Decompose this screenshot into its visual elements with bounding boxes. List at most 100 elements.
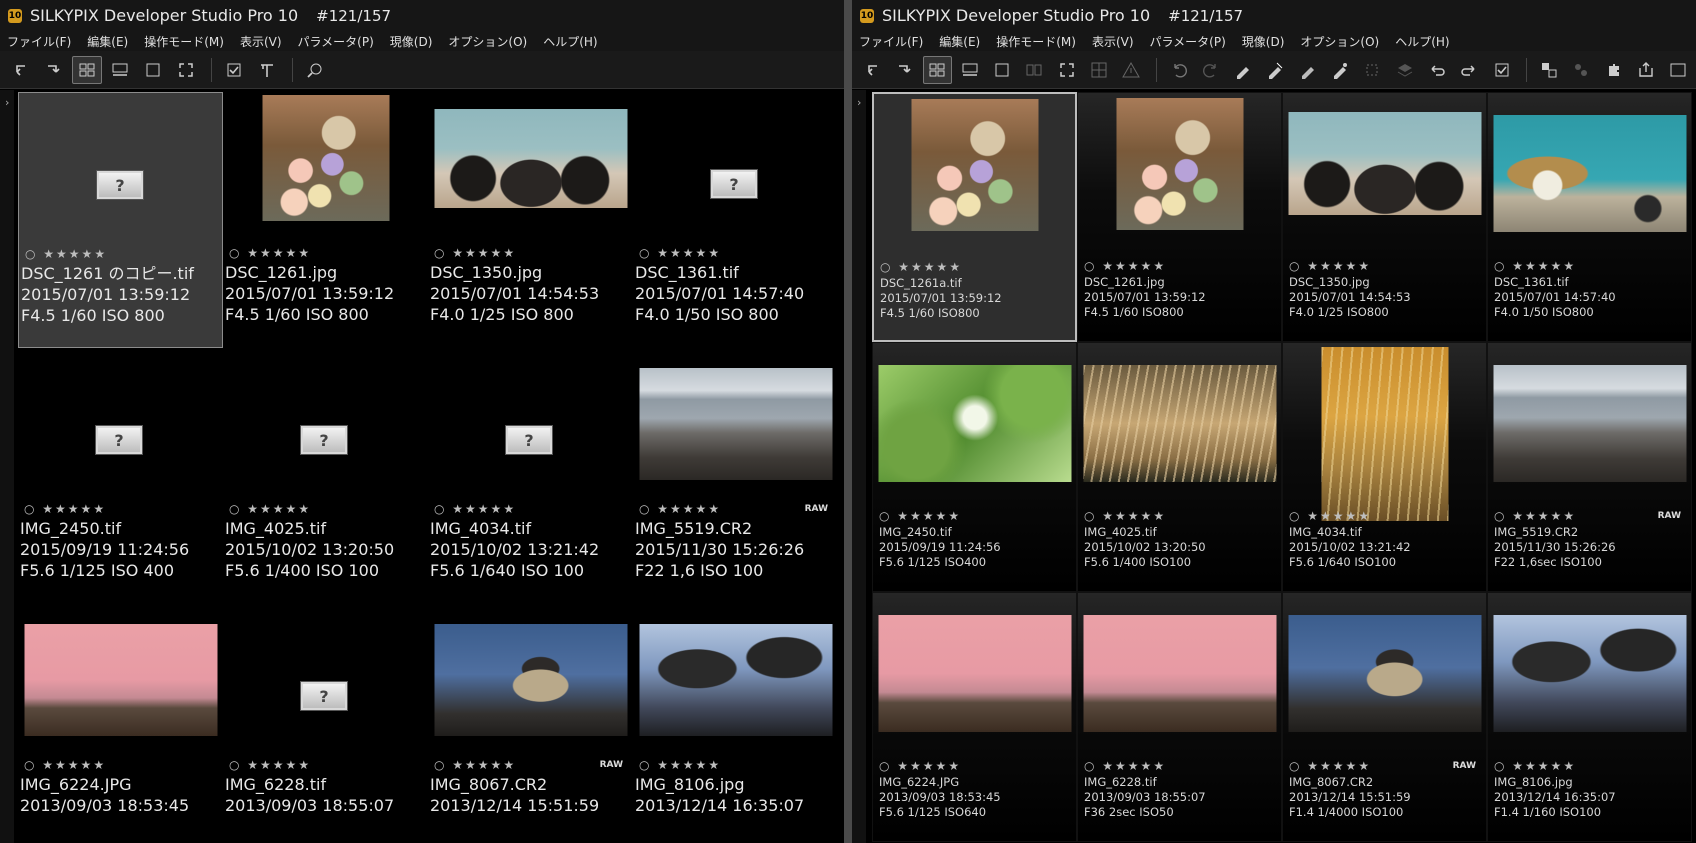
thumbnail-item[interactable]: ○ ★★★★★ DSC_1261.jpg 2015/07/01 13:59:12 F4… (1077, 92, 1282, 342)
rating-stars[interactable]: ○ ★★★★★ (1289, 759, 1371, 773)
single-view-button[interactable] (138, 56, 168, 84)
rating-stars[interactable]: ○ ★★★★★ (880, 260, 962, 274)
rotate-right-button[interactable] (1455, 56, 1484, 84)
menu-item[interactable]: 現像(D) (390, 33, 433, 50)
menu-item[interactable]: 表示(V) (1092, 33, 1134, 50)
thumbnail-item[interactable]: ○ ★★★★★ IMG_4034.tif 2015/10/02 13:21:42 F5… (1282, 342, 1487, 592)
rating-stars[interactable]: ○ ★★★★★ (1084, 259, 1166, 273)
compare-view-button[interactable] (1020, 56, 1049, 84)
thumbnail-item[interactable]: ○ ★★★★★ IMG_6224.JPG 2013/09/03 18:53:45 F5… (872, 592, 1077, 842)
menu-item[interactable]: 操作モード(M) (144, 33, 224, 50)
rating-stars[interactable]: ○ ★★★★★ (229, 246, 311, 260)
crop-button[interactable] (1358, 56, 1387, 84)
rating-stars[interactable]: ○ ★★★★★ (1494, 259, 1576, 273)
menu-item[interactable]: ヘルプ(H) (543, 33, 597, 50)
rating-stars[interactable]: ○ ★★★★★ (25, 247, 107, 261)
rating-stars[interactable]: ○ ★★★★★ (24, 758, 106, 772)
plugin-button[interactable] (1599, 56, 1628, 84)
menu-item[interactable]: ヘルプ(H) (1395, 33, 1449, 50)
thumbnail-item[interactable]: ○ ★★★★★ RAW IMG_5519.CR2 2015/11/30 15:26:2… (1487, 342, 1692, 592)
menu-item[interactable]: パラメータ(P) (298, 33, 374, 50)
rating-stars[interactable]: ○ ★★★★★ (229, 502, 311, 516)
menu-item[interactable]: オプション(O) (448, 33, 527, 50)
rating-stars[interactable]: ○ ★★★★★ (639, 502, 721, 516)
export-button[interactable] (890, 56, 919, 84)
thumbnail-item[interactable]: ? ○ ★★★★★ DSC_1261 のコピー.tif 2015/07/01 13:5… (18, 92, 223, 348)
menu-item[interactable]: オプション(O) (1300, 33, 1379, 50)
menu-item[interactable]: ファイル(F) (7, 33, 71, 50)
zoom-search-button[interactable] (300, 56, 330, 84)
thumbnail-item[interactable]: ○ ★★★★★ RAW IMG_8067.CR2 2013/12/14 15:51:5… (1282, 592, 1487, 842)
fullscreen-button[interactable] (171, 56, 201, 84)
rating-stars[interactable]: ○ ★★★★★ (639, 758, 721, 772)
menu-item[interactable]: パラメータ(P) (1150, 33, 1226, 50)
thumbnail-item[interactable]: ○ ★★★★★ DSC_1350.jpg 2015/07/01 14:54:53 F4… (428, 92, 633, 348)
thumbnail-item[interactable]: ? ○ ★★★★★ IMG_2450.tif 2015/09/19 11:24:56 F… (18, 348, 223, 604)
menu-item[interactable]: 表示(V) (240, 33, 282, 50)
develop-pen-button[interactable] (1228, 56, 1257, 84)
import-button[interactable] (858, 56, 887, 84)
rating-stars[interactable]: ○ ★★★★★ (24, 502, 106, 516)
fullscreen-button[interactable] (1052, 56, 1081, 84)
dual-view-button[interactable] (1084, 56, 1113, 84)
grid-view-button[interactable] (922, 55, 952, 84)
menu-item[interactable]: 編集(E) (939, 33, 980, 50)
develop-pen-3-button[interactable] (1293, 56, 1322, 84)
develop-pen-2-button[interactable] (1261, 56, 1290, 84)
import-button[interactable] (6, 56, 36, 84)
preview-button[interactable] (1664, 56, 1693, 84)
rating-stars[interactable]: ○ ★★★★★ (1494, 759, 1576, 773)
rating-stars[interactable]: ○ ★★★★★ (639, 246, 721, 260)
sidebar-collapsed[interactable] (0, 90, 14, 843)
grid-view-button[interactable] (72, 55, 102, 84)
rating-stars[interactable]: ○ ★★★★★ (434, 758, 516, 772)
filmstrip-view-button[interactable] (955, 56, 984, 84)
sync-button[interactable] (1567, 56, 1596, 84)
thumbnail-item[interactable]: ○ ★★★★★ IMG_8106.jpg 2013/12/14 16:35:07 (633, 604, 838, 843)
rating-stars[interactable]: ○ ★★★★★ (229, 758, 311, 772)
thumbnail-item[interactable]: ○ ★★★★★ IMG_2450.tif 2015/09/19 11:24:56 F5… (872, 342, 1077, 592)
thumbnail-item[interactable]: ○ ★★★★★ DSC_1261.jpg 2015/07/01 13:59:12 F4… (223, 92, 428, 348)
thumbnail-item[interactable]: ? ○ ★★★★★ IMG_4034.tif 2015/10/02 13:21:42 F… (428, 348, 633, 604)
expand-sidebar-icon[interactable]: › (5, 96, 9, 109)
check-button[interactable] (1487, 56, 1516, 84)
thumbnail-item[interactable]: ○ ★★★★★ RAW IMG_5519.CR2 2015/11/30 15:26:2… (633, 348, 838, 604)
thumbnail-item[interactable]: ? ○ ★★★★★ IMG_4025.tif 2015/10/02 13:20:50 F… (223, 348, 428, 604)
thumbnail-item[interactable]: ? ○ ★★★★★ DSC_1361.tif 2015/07/01 14:57:40 F… (633, 92, 838, 348)
export-button[interactable] (39, 56, 69, 84)
rating-stars[interactable]: ○ ★★★★★ (879, 759, 961, 773)
menu-item[interactable]: 操作モード(M) (996, 33, 1076, 50)
expand-sidebar-icon[interactable]: › (857, 96, 861, 109)
menu-item[interactable]: ファイル(F) (859, 33, 923, 50)
sidebar-collapsed[interactable] (852, 90, 866, 843)
hammer-button[interactable] (252, 56, 282, 84)
rating-stars[interactable]: ○ ★★★★★ (879, 509, 961, 523)
rating-stars[interactable]: ○ ★★★★★ (1289, 509, 1371, 523)
menu-item[interactable]: 現像(D) (1242, 33, 1285, 50)
warning-button[interactable] (1117, 56, 1146, 84)
rating-stars[interactable]: ○ ★★★★★ (1494, 509, 1576, 523)
thumbnail-item[interactable]: ○ ★★★★★ RAW IMG_8067.CR2 2013/12/14 15:51:5… (428, 604, 633, 843)
rating-stars[interactable]: ○ ★★★★★ (1289, 259, 1371, 273)
check-button[interactable] (219, 56, 249, 84)
thumbnail-item[interactable]: ○ ★★★★★ DSC_1350.jpg 2015/07/01 14:54:53 F4… (1282, 92, 1487, 342)
share-button[interactable] (1631, 56, 1660, 84)
develop-pen-4-button[interactable] (1325, 56, 1354, 84)
thumbnail-item[interactable]: ○ ★★★★★ IMG_8106.jpg 2013/12/14 16:35:07 F1… (1487, 592, 1692, 842)
redo-button[interactable] (1196, 56, 1225, 84)
rating-stars[interactable]: ○ ★★★★★ (434, 502, 516, 516)
thumbnail-item[interactable]: ○ ★★★★★ IMG_6228.tif 2013/09/03 18:55:07 F3… (1077, 592, 1282, 842)
menu-item[interactable]: 編集(E) (87, 33, 128, 50)
thumbnail-item[interactable]: ? ○ ★★★★★ IMG_6228.tif 2013/09/03 18:55:07 (223, 604, 428, 843)
layers-button[interactable] (1390, 56, 1419, 84)
rating-stars[interactable]: ○ ★★★★★ (434, 246, 516, 260)
thumbnail-item[interactable]: ○ ★★★★★ IMG_6224.JPG 2013/09/03 18:53:45 (18, 604, 223, 843)
rotate-left-button[interactable] (1422, 56, 1451, 84)
filmstrip-view-button[interactable] (105, 56, 135, 84)
thumbnail-item[interactable]: ○ ★★★★★ DSC_1361.tif 2015/07/01 14:57:40 F4… (1487, 92, 1692, 342)
thumbnail-item[interactable]: ○ ★★★★★ IMG_4025.tif 2015/10/02 13:20:50 F5… (1077, 342, 1282, 592)
single-view-button[interactable] (987, 56, 1016, 84)
undo-button[interactable] (1164, 56, 1193, 84)
batch-button[interactable] (1534, 56, 1563, 84)
rating-stars[interactable]: ○ ★★★★★ (1084, 759, 1166, 773)
